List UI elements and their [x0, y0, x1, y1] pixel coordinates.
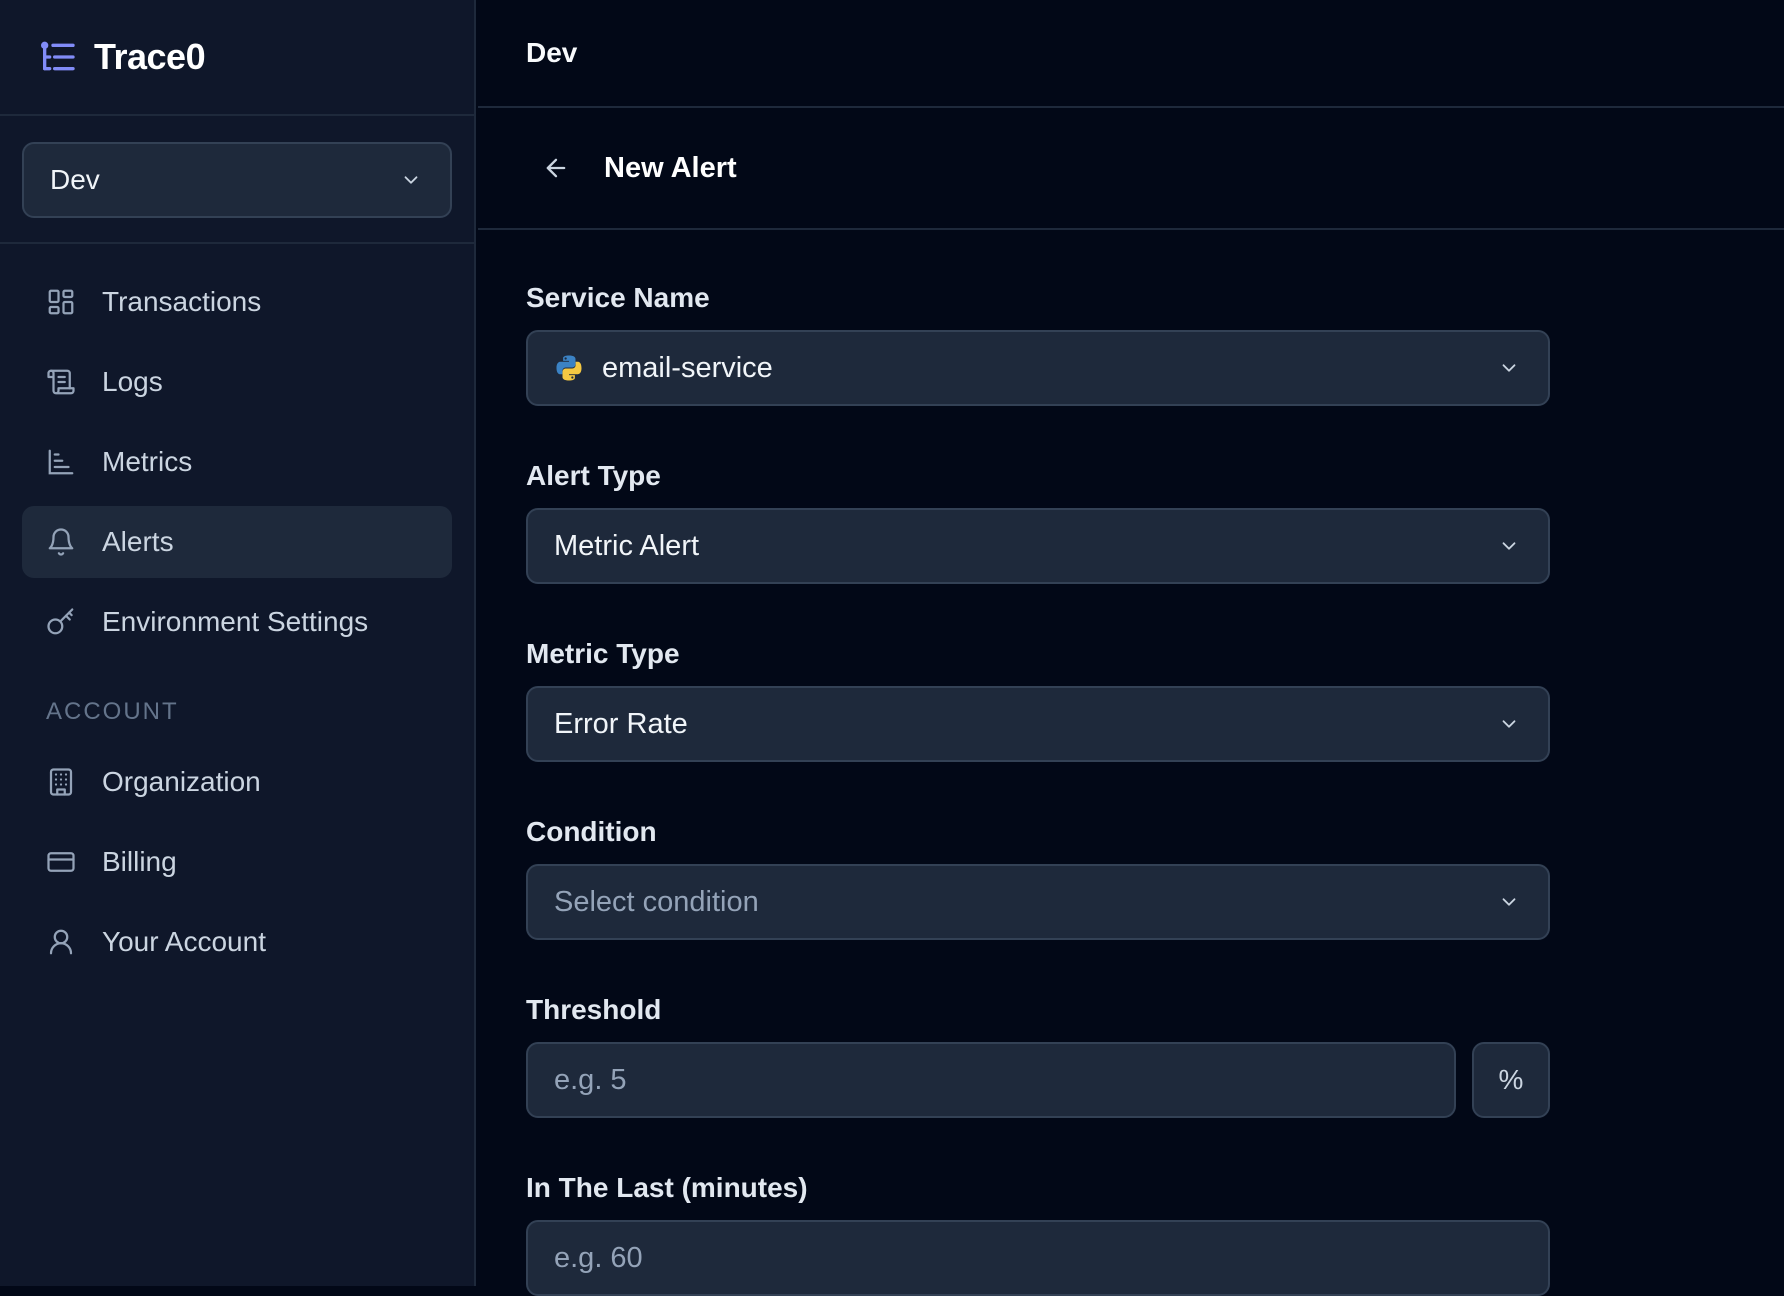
- sidebar-item-logs[interactable]: Logs: [22, 346, 452, 418]
- service-name-select[interactable]: email-service: [526, 330, 1550, 406]
- chevron-down-icon: [1502, 898, 1516, 906]
- sidebar-item-alerts[interactable]: Alerts: [22, 506, 452, 578]
- sidebar-item-billing[interactable]: Billing: [22, 826, 452, 898]
- page-header: New Alert: [478, 108, 1784, 230]
- threshold-row: e.g. 5 %: [526, 1042, 1550, 1118]
- threshold-unit: %: [1472, 1042, 1550, 1118]
- alert-type-label: Alert Type: [526, 460, 661, 491]
- environment-selector-value: Dev: [50, 164, 100, 195]
- metric-type-select[interactable]: Error Rate: [526, 686, 1550, 762]
- chevron-down-icon: [404, 176, 418, 184]
- threshold-placeholder: e.g. 5: [554, 1063, 627, 1096]
- main-content: Dev New Alert Service Name email-service: [478, 0, 1784, 1296]
- condition-select[interactable]: Select condition: [526, 864, 1550, 940]
- new-alert-form: Service Name email-service Alert Type Me…: [478, 230, 1550, 1296]
- sidebar-item-label: Your Account: [102, 926, 266, 957]
- header-title: Dev: [526, 37, 578, 68]
- arrow-left-icon: [546, 158, 566, 178]
- in-the-last-placeholder: e.g. 60: [554, 1241, 643, 1274]
- sidebar-item-organization[interactable]: Organization: [22, 746, 452, 818]
- list-tree-icon: [40, 41, 75, 71]
- service-name-field: Service Name email-service: [526, 282, 1550, 406]
- credit-card-icon: [46, 847, 76, 877]
- threshold-label: Threshold: [526, 994, 662, 1025]
- user-icon: [46, 927, 76, 957]
- sidebar: Trace0 Dev Transactions Logs Metrics Ale…: [0, 0, 476, 1286]
- metric-type-field: Metric Type Error Rate: [526, 638, 1550, 762]
- page-title: New Alert: [604, 151, 737, 184]
- service-name-value: email-service: [602, 351, 773, 384]
- scroll-icon: [46, 367, 76, 397]
- brand-name: Trace0: [94, 36, 206, 77]
- building-icon: [46, 767, 76, 797]
- sidebar-item-label: Alerts: [102, 526, 174, 557]
- in-the-last-input[interactable]: e.g. 60: [526, 1220, 1550, 1296]
- threshold-field: Threshold e.g. 5 %: [526, 994, 1550, 1118]
- sidebar-item-environment-settings[interactable]: Environment Settings: [22, 586, 452, 658]
- sidebar-item-your-account[interactable]: Your Account: [22, 906, 452, 978]
- bar-chart-icon: [46, 447, 76, 477]
- metric-type-value: Error Rate: [554, 707, 688, 740]
- condition-field: Condition Select condition: [526, 816, 1550, 940]
- brand: Trace0: [0, 0, 474, 116]
- sidebar-nav: Transactions Logs Metrics Alerts Environ…: [0, 244, 474, 978]
- in-the-last-label: In The Last (minutes): [526, 1172, 808, 1203]
- account-section-label: ACCOUNT: [46, 698, 179, 725]
- alert-type-value: Metric Alert: [554, 529, 700, 562]
- metric-type-label: Metric Type: [526, 638, 680, 669]
- sidebar-item-label: Environment Settings: [102, 606, 369, 637]
- sidebar-item-label: Logs: [102, 366, 163, 397]
- chevron-down-icon: [1502, 542, 1516, 550]
- python-icon: [556, 355, 582, 381]
- service-name-value-wrap: email-service: [554, 352, 773, 385]
- sidebar-item-label: Organization: [102, 766, 261, 797]
- threshold-input[interactable]: e.g. 5: [526, 1042, 1456, 1118]
- service-name-label: Service Name: [526, 282, 710, 313]
- sidebar-item-metrics[interactable]: Metrics: [22, 426, 452, 498]
- back-button[interactable]: [538, 150, 574, 186]
- sidebar-item-label: Transactions: [102, 286, 262, 317]
- environment-selector[interactable]: Dev: [22, 142, 452, 218]
- sidebar-item-label: Billing: [102, 846, 177, 877]
- header: Dev: [478, 0, 1784, 108]
- environment-selector-wrap: Dev: [0, 116, 474, 244]
- alert-type-select[interactable]: Metric Alert: [526, 508, 1550, 584]
- in-the-last-field: In The Last (minutes) e.g. 60: [526, 1172, 1550, 1296]
- alert-type-field: Alert Type Metric Alert: [526, 460, 1550, 584]
- chevron-down-icon: [1502, 720, 1516, 728]
- sidebar-item-label: Metrics: [102, 446, 193, 477]
- layout-grid-icon: [46, 287, 76, 317]
- bell-icon: [46, 527, 76, 557]
- key-icon: [46, 607, 76, 637]
- condition-label: Condition: [526, 816, 657, 847]
- chevron-down-icon: [1502, 364, 1516, 372]
- sidebar-item-transactions[interactable]: Transactions: [22, 266, 452, 338]
- condition-placeholder: Select condition: [554, 885, 759, 918]
